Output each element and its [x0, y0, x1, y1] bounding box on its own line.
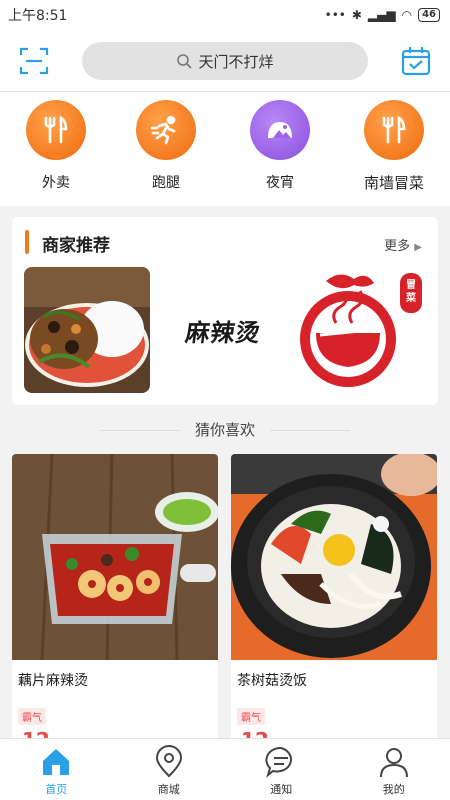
product-image-lotus-malatang	[12, 454, 218, 661]
user-icon	[379, 748, 408, 778]
logo-text: 麻辣烫	[183, 317, 263, 347]
product-tag: 霸气	[18, 708, 46, 725]
chat-bubble-icon	[265, 746, 293, 778]
category-label: 夜宵	[266, 175, 294, 191]
guess-title: 猜你喜欢	[194, 421, 255, 439]
merchant-title: 商家推荐	[42, 236, 110, 256]
map-pin-icon	[155, 745, 182, 778]
merchant-logo-maocai[interactable]: 冒菜	[296, 267, 426, 393]
product-card[interactable]: 茶树菇烫饭 霸气 12	[231, 454, 437, 744]
tab-mine[interactable]: 我的	[338, 739, 450, 800]
status-icons: ••• ✱ ▂▄▆ ◠ 46	[325, 8, 440, 22]
calendar-check-icon[interactable]	[400, 45, 432, 77]
merchant-logo-malatang[interactable]: 麻辣烫	[160, 267, 286, 393]
tab-notify[interactable]: 通知	[225, 739, 338, 800]
category-takeout[interactable]: 外卖	[11, 100, 101, 192]
status-bar: 上午8:51 ••• ✱ ▂▄▆ ◠ 46	[0, 0, 450, 30]
battery-icon: 46	[418, 8, 440, 22]
scan-icon[interactable]	[18, 45, 50, 77]
merchant-recommend-card: 商家推荐 更多 ▶ 麻辣烫 冒菜	[12, 217, 438, 405]
triangle-right-icon: ▶	[414, 242, 422, 253]
product-card[interactable]: 藕片麻辣烫 霸气 12	[12, 454, 218, 744]
fork-knife-icon	[364, 100, 424, 160]
divider	[100, 430, 180, 431]
product-image-mushroom-rice	[231, 454, 437, 660]
tab-label: 商城	[157, 783, 180, 796]
product-tag: 霸气	[237, 708, 265, 725]
tab-label: 首页	[45, 783, 68, 796]
divider	[270, 430, 350, 431]
bluetooth-icon: ✱	[351, 8, 362, 22]
mountain-moon-icon	[250, 100, 310, 160]
product-name: 藕片麻辣烫	[18, 673, 88, 689]
fork-knife-icon	[26, 100, 86, 160]
merchant-image-rice-dish[interactable]	[24, 267, 150, 393]
search-icon	[177, 54, 193, 69]
home-icon	[43, 749, 70, 775]
signal-icon: ▂▄▆	[367, 8, 396, 22]
logo-seal-text: 冒菜	[406, 280, 416, 304]
top-bar: 天门不打烊	[0, 30, 450, 92]
bottom-tab-bar: 首页 商城 通知 我的	[0, 738, 450, 800]
more-link[interactable]: 更多 ▶	[384, 235, 422, 254]
section-accent-bar	[25, 230, 29, 254]
category-nanqiang-maocai[interactable]: 南墙冒菜	[349, 100, 439, 193]
runner-icon	[136, 100, 196, 160]
search-text: 天门不打烊	[198, 52, 274, 71]
guess-section-header: 猜你喜欢	[0, 412, 450, 448]
search-input[interactable]: 天门不打烊	[82, 42, 368, 80]
category-night-snack[interactable]: 夜宵	[235, 100, 325, 192]
category-label: 南墙冒菜	[363, 174, 424, 192]
status-time: 上午8:51	[8, 8, 68, 24]
product-name: 茶树菇烫饭	[237, 673, 307, 689]
more-label: 更多	[384, 239, 411, 254]
category-errand[interactable]: 跑腿	[121, 100, 211, 192]
category-row: 外卖 跑腿 夜宵 南墙冒菜	[0, 92, 450, 206]
tab-label: 我的	[382, 783, 405, 796]
wifi-icon: ◠	[401, 8, 413, 22]
category-label: 外卖	[42, 175, 70, 191]
tab-mall[interactable]: 商城	[113, 739, 226, 800]
tab-label: 通知	[270, 783, 293, 796]
category-label: 跑腿	[152, 175, 180, 191]
dots-icon: •••	[324, 8, 346, 22]
tab-home[interactable]: 首页	[0, 739, 113, 800]
